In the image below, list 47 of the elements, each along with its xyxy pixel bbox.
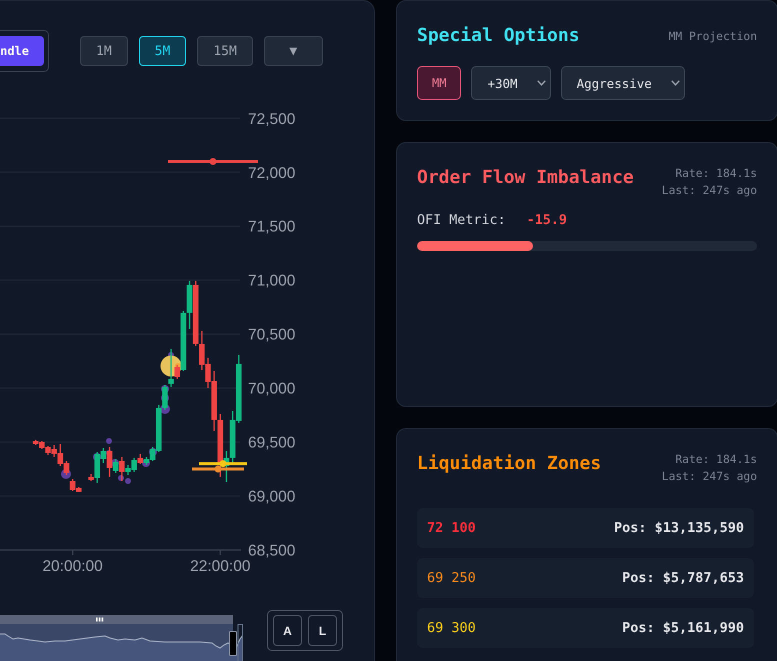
axis-label: 71,000 [248, 272, 296, 290]
zone-price: 69 300 [427, 620, 476, 636]
axis-label: 69,500 [248, 434, 296, 452]
line-knob-drawing [210, 158, 216, 165]
chart-type-button[interactable]: ndle [0, 36, 44, 66]
card-title: Order Flow Imbalance [417, 166, 634, 190]
timeframe-button[interactable]: 5M [138, 36, 186, 66]
navigator-scrollbar[interactable] [0, 615, 233, 624]
card-title: Liquidation Zones [417, 452, 602, 476]
zone-price: 72 100 [427, 520, 476, 536]
mm-toggle-button[interactable]: MM [417, 66, 462, 100]
dropdown-select[interactable]: +30M [471, 66, 551, 100]
timeframe-button[interactable]: 1M [80, 36, 128, 66]
mode-button[interactable]: A [273, 615, 302, 646]
mode-button[interactable]: L [308, 615, 337, 646]
last-update-text: Last: 247s ago [662, 183, 757, 199]
axis-label: 22:00:00 [190, 558, 250, 575]
zone-position: Pos: $13,135,590 [614, 520, 744, 536]
projection-label: MM Projection [668, 28, 757, 44]
rate-text: Rate: 184.1s [675, 452, 757, 468]
rate-text: Rate: 184.1s [675, 166, 757, 182]
chevron-down-icon [670, 80, 680, 86]
grip-icon [96, 618, 104, 622]
price-level-line [192, 468, 244, 471]
dropdown-select[interactable]: Aggressive [560, 66, 685, 100]
axis-label: 70,500 [248, 326, 296, 344]
zone-position: Pos: $5,161,990 [622, 620, 744, 636]
axis-label: 72,000 [248, 164, 296, 182]
range-window[interactable] [238, 624, 243, 661]
price-level-line [199, 462, 247, 466]
axis-label: 72,500 [248, 110, 296, 128]
timeframe-button[interactable]: 15M [197, 36, 253, 66]
chevron-down-icon [536, 80, 546, 86]
card-title: Special Options [417, 24, 580, 48]
last-update-text: Last: 247s ago [662, 469, 757, 485]
axis-label: 69,000 [248, 488, 296, 506]
axis-label: 20:00:00 [42, 558, 103, 575]
metric-value: -15.9 [526, 212, 567, 228]
axis-label: 71,500 [248, 218, 296, 236]
metric-label: OFI Metric: [417, 212, 506, 228]
marker-dot [106, 438, 112, 444]
axis-label: 68,500 [248, 542, 296, 560]
zone-price: 69 250 [427, 570, 476, 586]
zone-position: Pos: $5,787,653 [622, 570, 744, 586]
axis-label: 70,000 [248, 380, 296, 398]
range-handle[interactable] [229, 631, 237, 656]
dropdown-button[interactable]: ▼ [264, 36, 323, 66]
